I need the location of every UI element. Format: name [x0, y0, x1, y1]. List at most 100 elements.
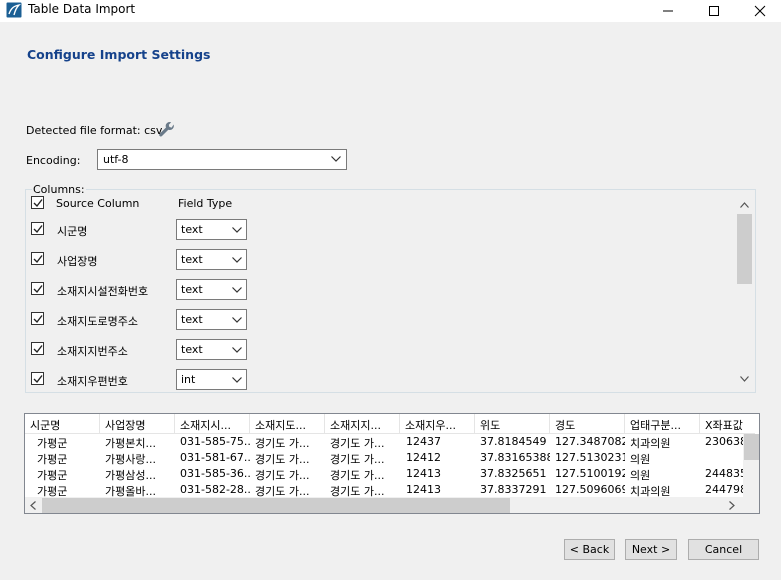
- field-type-value: text: [181, 223, 203, 236]
- preview-cell: 230638: [705, 435, 743, 448]
- select-all-checkbox[interactable]: [31, 196, 44, 209]
- maximize-icon: [709, 6, 719, 16]
- encoding-value: utf-8: [103, 153, 129, 166]
- preview-header-cell[interactable]: 위도: [475, 414, 550, 433]
- column-checkbox[interactable]: [31, 342, 44, 355]
- preview-cell: 가평사랑...: [105, 453, 156, 466]
- field-type-value: text: [181, 313, 203, 326]
- cancel-button[interactable]: Cancel: [688, 539, 759, 560]
- field-type-select[interactable]: text: [176, 339, 247, 360]
- column-name: 소재지우편번호: [57, 375, 128, 388]
- preview-cell: 경기도 가...: [255, 453, 310, 466]
- title-bar: Table Data Import: [0, 0, 781, 22]
- column-checkbox[interactable]: [31, 312, 44, 325]
- chevron-down-icon: [232, 317, 242, 323]
- field-type-select[interactable]: int: [176, 369, 247, 390]
- preview-cell: 경기도 가...: [330, 437, 385, 450]
- field-type-select[interactable]: text: [176, 279, 247, 300]
- preview-header-cell[interactable]: 소재지도...: [250, 414, 325, 433]
- field-type-select[interactable]: text: [176, 309, 247, 330]
- preview-cell: 127.3487082: [555, 435, 625, 448]
- preview-header-cell[interactable]: X좌표값: [700, 414, 743, 433]
- preview-cell: 가평삼성...: [105, 469, 156, 482]
- chevron-down-icon: [232, 257, 242, 263]
- preview-cell: 244835: [705, 467, 743, 480]
- wrench-icon[interactable]: [158, 121, 176, 139]
- scrollbar-thumb[interactable]: [42, 498, 510, 513]
- preview-cell: 경기도 가...: [330, 453, 385, 466]
- field-type-value: text: [181, 343, 203, 356]
- preview-cell: 031-585-36...: [180, 467, 250, 480]
- source-column-header: Source Column: [56, 197, 140, 210]
- preview-cell: 12412: [406, 451, 441, 464]
- preview-cell: 37.8184549: [480, 435, 547, 448]
- preview-header-cell[interactable]: 소재지지...: [325, 414, 400, 433]
- preview-cell: 37.8337291: [480, 483, 547, 496]
- minimize-button[interactable]: [645, 0, 691, 22]
- maximize-button[interactable]: [691, 0, 737, 22]
- checkmark-icon: [33, 255, 43, 264]
- chevron-down-icon: [232, 287, 242, 293]
- field-type-value: text: [181, 283, 203, 296]
- preview-cell: 치과의원: [630, 437, 671, 450]
- scroll-right-icon[interactable]: [729, 501, 735, 510]
- preview-cell: 37.83165388: [480, 451, 550, 464]
- data-preview-table[interactable]: 시군명 사업장명 소재지시... 소재지도... 소재지지... 소재지우...…: [24, 413, 760, 514]
- preview-header-cell[interactable]: 소재지시...: [175, 414, 250, 433]
- scrollbar-thumb[interactable]: [744, 434, 759, 460]
- column-checkbox[interactable]: [31, 372, 44, 385]
- preview-cell: 경기도 가...: [255, 469, 310, 482]
- preview-cell: 의원: [630, 453, 651, 466]
- column-checkbox[interactable]: [31, 282, 44, 295]
- preview-cell: 의원: [630, 469, 651, 482]
- columns-scrollbar[interactable]: [736, 197, 753, 389]
- preview-cell: 가평군: [37, 453, 68, 466]
- close-button[interactable]: [737, 0, 781, 22]
- preview-cell: 127.5130231: [555, 451, 625, 464]
- field-type-value: text: [181, 253, 203, 266]
- preview-cell: 경기도 가...: [255, 437, 310, 450]
- checkmark-icon: [33, 375, 43, 384]
- preview-header-cell[interactable]: 소재지우...: [400, 414, 475, 433]
- checkmark-icon: [33, 285, 43, 294]
- preview-header-cell[interactable]: 시군명: [25, 414, 100, 433]
- preview-horizontal-scrollbar[interactable]: [25, 497, 743, 513]
- next-button[interactable]: Next >: [625, 539, 677, 560]
- column-checkbox[interactable]: [31, 252, 44, 265]
- preview-cell: 127.5100192: [555, 467, 625, 480]
- column-name: 소재지지번주소: [57, 345, 128, 358]
- chevron-down-icon: [232, 377, 242, 383]
- checkmark-icon: [33, 315, 43, 324]
- preview-header-cell[interactable]: 사업장명: [100, 414, 175, 433]
- field-type-header: Field Type: [178, 197, 233, 210]
- encoding-label: Encoding:: [26, 154, 81, 167]
- field-type-value: int: [181, 373, 196, 386]
- columns-group-label: Columns:: [32, 183, 86, 196]
- preview-cell: 244798: [705, 483, 743, 496]
- close-icon: [754, 5, 766, 17]
- preview-header-cell[interactable]: 경도: [550, 414, 625, 433]
- field-type-select[interactable]: text: [176, 249, 247, 270]
- detected-format-label: Detected file format: csv: [26, 124, 163, 137]
- encoding-select[interactable]: utf-8: [97, 149, 347, 170]
- preview-cell: 12413: [406, 483, 441, 496]
- chevron-down-icon: [232, 347, 242, 353]
- preview-vertical-scrollbar[interactable]: [743, 434, 759, 497]
- scroll-down-icon[interactable]: [740, 376, 749, 382]
- preview-header-cell[interactable]: 업태구분...: [625, 414, 700, 433]
- column-checkbox[interactable]: [31, 222, 44, 235]
- preview-cell: 031-582-28...: [180, 483, 250, 496]
- scroll-up-icon[interactable]: [740, 202, 749, 208]
- preview-cell: 12437: [406, 435, 441, 448]
- chevron-down-icon: [232, 227, 242, 233]
- field-type-select[interactable]: text: [176, 219, 247, 240]
- back-button[interactable]: < Back: [564, 539, 615, 560]
- preview-cell: 031-581-67...: [180, 451, 250, 464]
- scroll-left-icon[interactable]: [30, 501, 36, 510]
- scrollbar-thumb[interactable]: [737, 214, 752, 284]
- page-heading: Configure Import Settings: [27, 47, 211, 62]
- preview-header-row: 시군명 사업장명 소재지시... 소재지도... 소재지지... 소재지우...…: [25, 414, 755, 434]
- window-title: Table Data Import: [28, 2, 136, 16]
- checkmark-icon: [33, 345, 43, 354]
- column-name: 사업장명: [57, 255, 98, 268]
